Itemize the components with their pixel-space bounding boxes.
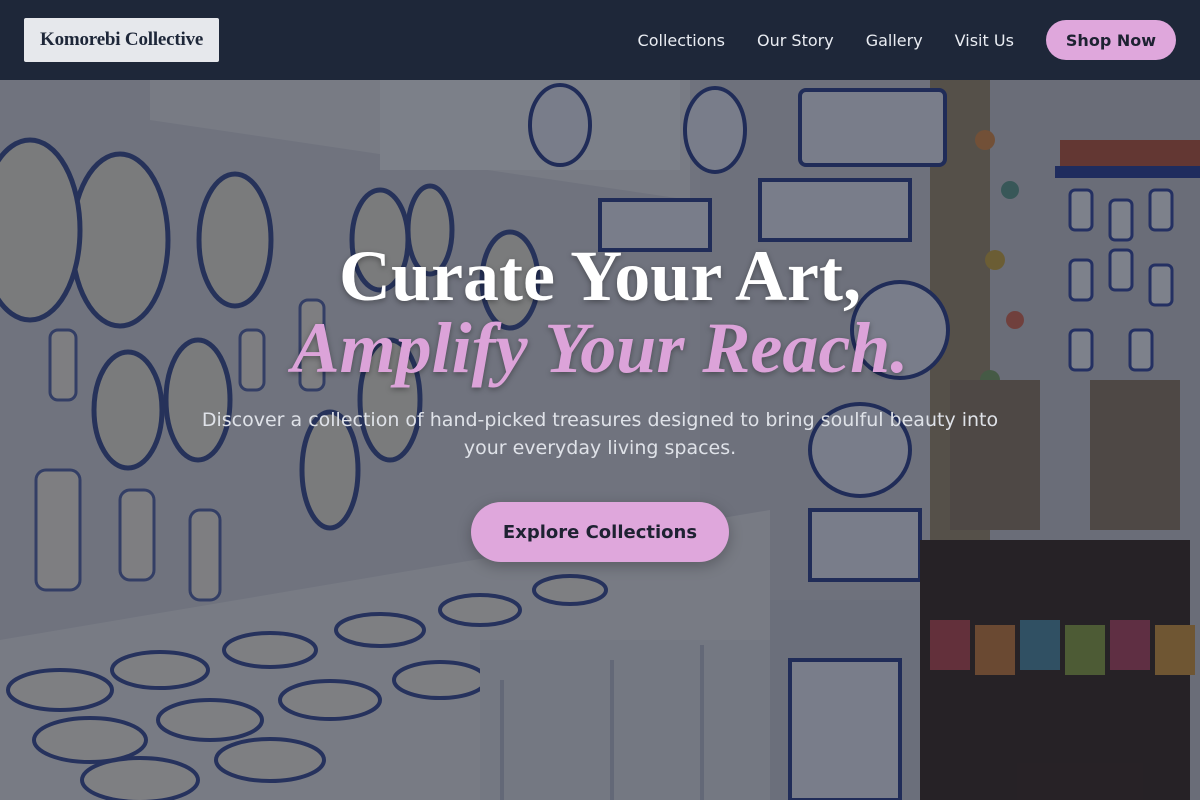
nav-link-gallery[interactable]: Gallery [866, 31, 923, 50]
explore-collections-button[interactable]: Explore Collections [471, 502, 729, 562]
hero-subtitle: Discover a collection of hand-picked tre… [201, 409, 999, 459]
top-navbar: Komorebi Collective Collections Our Stor… [0, 0, 1200, 80]
hero-section: Curate Your Art, Amplify Your Reach. Dis… [0, 80, 1200, 800]
nav-link-visit-us[interactable]: Visit Us [955, 31, 1014, 50]
nav-link-our-story[interactable]: Our Story [757, 31, 834, 50]
shop-now-button[interactable]: Shop Now [1045, 20, 1176, 60]
hero-headline-line2: Amplify Your Reach. [291, 308, 909, 388]
nav-links: Collections Our Story Gallery Visit Us [638, 31, 1014, 50]
brand-logo[interactable]: Komorebi Collective [24, 18, 220, 62]
hero-headline-line1: Curate Your Art, [339, 236, 861, 316]
nav-link-collections[interactable]: Collections [638, 31, 725, 50]
